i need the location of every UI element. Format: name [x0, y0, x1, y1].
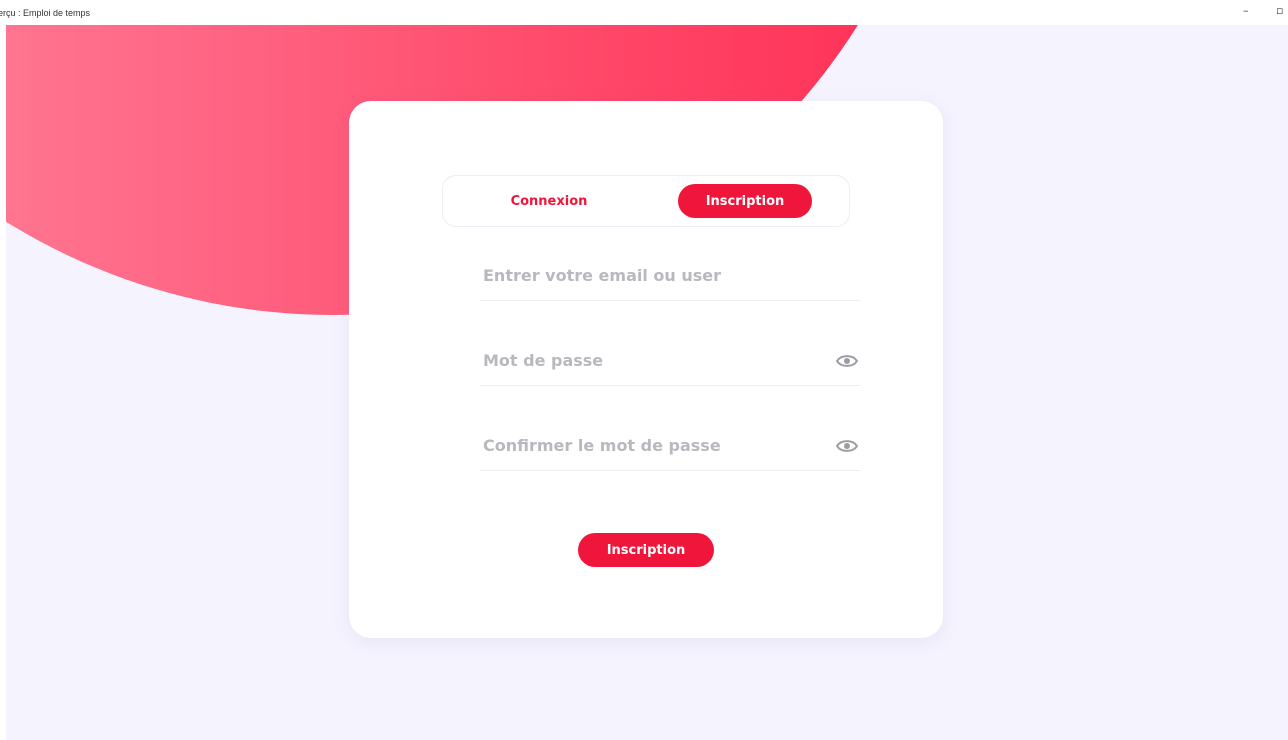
auth-tabs: Connexion Inscription	[442, 175, 850, 227]
email-input[interactable]	[483, 251, 823, 299]
auth-card: Connexion Inscription Entrer votre email…	[349, 101, 943, 638]
restore-button[interactable]: ▫	[1276, 4, 1283, 17]
inscription-submit-button[interactable]: Inscription	[578, 533, 714, 567]
eye-icon[interactable]	[835, 436, 859, 456]
tab-inscription[interactable]: Inscription	[678, 184, 812, 218]
confirm-password-field-wrapper	[480, 421, 861, 471]
eye-icon[interactable]	[835, 351, 859, 371]
window-title: erçu : Emploi de temps	[0, 7, 91, 18]
password-input[interactable]	[483, 336, 823, 384]
email-field-wrapper	[480, 251, 861, 301]
tab-connexion[interactable]: Connexion	[482, 184, 616, 218]
window-titlebar: erçu : Emploi de temps – ▫	[0, 0, 1288, 25]
app-area: Connexion Inscription Entrer votre email…	[6, 25, 1288, 740]
confirm-password-input[interactable]	[483, 421, 823, 469]
minimize-button[interactable]: –	[1243, 4, 1249, 17]
password-field-wrapper	[480, 336, 861, 386]
